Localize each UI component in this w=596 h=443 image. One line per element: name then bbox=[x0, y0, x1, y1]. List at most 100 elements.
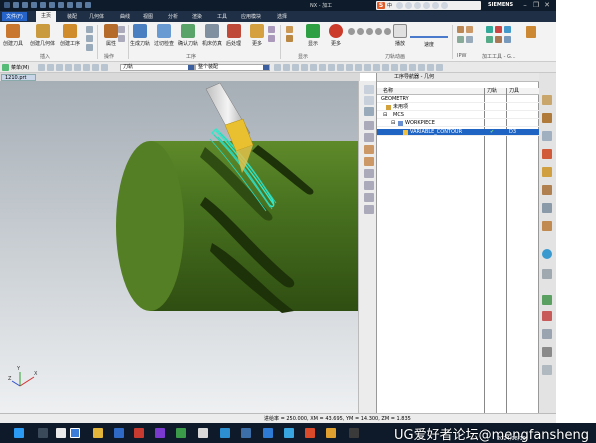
tree-row[interactable]: GEOMETRY bbox=[377, 96, 540, 103]
ime-skin-icon[interactable] bbox=[432, 2, 439, 9]
taskbar-app-8-icon[interactable] bbox=[198, 428, 208, 438]
column-toolpath[interactable]: 刀轨 bbox=[487, 88, 497, 95]
gouge-check-button[interactable]: 过切检查 bbox=[154, 24, 174, 47]
snap-icon-13[interactable] bbox=[382, 64, 389, 71]
roles-icon[interactable] bbox=[542, 269, 552, 279]
minimize-icon[interactable]: – bbox=[520, 1, 530, 9]
ime-tools-icon[interactable] bbox=[441, 2, 448, 9]
tab-home[interactable]: 主页 bbox=[36, 11, 57, 22]
snap-icon-14[interactable] bbox=[391, 64, 398, 71]
graphics-window[interactable]: X Y Z bbox=[0, 81, 358, 413]
taskbar-nx-icon[interactable] bbox=[70, 428, 80, 438]
save-icon[interactable] bbox=[13, 2, 19, 8]
taskbar-folder-icon[interactable] bbox=[93, 428, 103, 438]
taskbar-clock[interactable]: 2024/08/19 bbox=[497, 436, 526, 442]
step-forward-icon[interactable] bbox=[384, 28, 391, 35]
taskbar-app-15-icon[interactable] bbox=[349, 428, 359, 438]
insert-small-icon-3[interactable] bbox=[86, 44, 93, 51]
part-navigator-icon[interactable] bbox=[542, 113, 552, 123]
play-icon[interactable] bbox=[375, 28, 382, 35]
taskbar-app-13-icon[interactable] bbox=[305, 428, 315, 438]
cleanup-icon[interactable] bbox=[542, 347, 552, 357]
snap-icon-9[interactable] bbox=[346, 64, 353, 71]
switch-window-icon[interactable] bbox=[85, 2, 91, 8]
taskbar-app-7-icon[interactable] bbox=[176, 428, 186, 438]
tab-applications[interactable]: 应用模块 bbox=[241, 13, 261, 20]
taskbar-app-9-icon[interactable] bbox=[220, 428, 230, 438]
taskbar-app-14-icon[interactable] bbox=[326, 428, 336, 438]
menu-button[interactable]: 菜单(M) bbox=[11, 64, 29, 71]
ime-toolbar[interactable]: S 中 bbox=[376, 1, 481, 10]
snap-icon-7[interactable] bbox=[328, 64, 335, 71]
column-name[interactable]: 名称 bbox=[383, 88, 393, 95]
menu-file[interactable]: 文件(F) bbox=[2, 12, 27, 21]
snap-icon-16[interactable] bbox=[409, 64, 416, 71]
view-tool-icon-6[interactable] bbox=[364, 145, 374, 154]
paste-icon[interactable] bbox=[58, 2, 64, 8]
snap-icon-18[interactable] bbox=[427, 64, 434, 71]
taskbar-app-6-icon[interactable] bbox=[155, 428, 165, 438]
web-browser-icon[interactable] bbox=[542, 185, 552, 195]
snap-icon-8[interactable] bbox=[337, 64, 344, 71]
pause-icon[interactable] bbox=[366, 28, 373, 35]
reuse-library-icon[interactable] bbox=[542, 149, 552, 159]
assembly-navigator-icon[interactable] bbox=[542, 95, 552, 105]
snap-icon-2[interactable] bbox=[283, 64, 290, 71]
tree-row-selected[interactable]: VARIABLE_CONTOUR ✔ D3 bbox=[377, 129, 540, 136]
tree-row[interactable]: ⊟ MCS bbox=[377, 112, 540, 119]
snap-icon-12[interactable] bbox=[373, 64, 380, 71]
snap-icon-19[interactable] bbox=[436, 64, 443, 71]
collapse-icon[interactable]: ⊟ bbox=[383, 112, 387, 119]
tab-view[interactable]: 视图 bbox=[143, 13, 153, 20]
step-back-icon[interactable] bbox=[348, 28, 355, 35]
speed-slider[interactable] bbox=[410, 36, 448, 38]
tools-icon-3[interactable] bbox=[504, 26, 511, 33]
tab-selection[interactable]: 选择 bbox=[277, 13, 287, 20]
display-small-icon-1[interactable] bbox=[286, 26, 293, 33]
tools-icon-6[interactable] bbox=[504, 36, 511, 43]
taskbar-app-5-icon[interactable] bbox=[134, 428, 144, 438]
ipw-icon-2[interactable] bbox=[466, 26, 473, 33]
view-tool-icon-8[interactable] bbox=[364, 169, 374, 178]
snap-icon-3[interactable] bbox=[292, 64, 299, 71]
redo-icon[interactable] bbox=[31, 2, 37, 8]
filter-icon-3[interactable] bbox=[56, 64, 63, 71]
view-tool-icon-11[interactable] bbox=[364, 205, 374, 214]
taskbar-app-10-icon[interactable] bbox=[241, 428, 251, 438]
panel-icon[interactable] bbox=[542, 365, 552, 375]
ime-language[interactable]: 中 bbox=[387, 2, 392, 9]
snap-icon-10[interactable] bbox=[355, 64, 362, 71]
ime-keyboard-icon[interactable] bbox=[423, 2, 430, 9]
filter-icon-8[interactable] bbox=[101, 64, 108, 71]
layers-icon[interactable] bbox=[542, 329, 552, 339]
ipw-icon-4[interactable] bbox=[466, 36, 473, 43]
machine-navigator-icon[interactable] bbox=[542, 167, 552, 177]
operate-small-icon-1[interactable] bbox=[118, 26, 125, 33]
history-icon[interactable] bbox=[542, 203, 552, 213]
palette-icon[interactable] bbox=[542, 295, 552, 305]
close-icon[interactable]: ✕ bbox=[542, 1, 552, 9]
filter-icon-1[interactable] bbox=[38, 64, 45, 71]
play-button[interactable]: 播放 bbox=[393, 24, 407, 47]
tab-assembly[interactable]: 装配 bbox=[67, 13, 77, 20]
column-tool[interactable]: 刀具 bbox=[509, 88, 519, 95]
scope-filter-select[interactable]: 整个装配 bbox=[195, 64, 270, 71]
tree-row[interactable]: 未用项 bbox=[377, 104, 540, 111]
view-tool-icon-1[interactable] bbox=[364, 85, 374, 94]
view-tool-icon-3[interactable] bbox=[364, 107, 374, 116]
view-tool-icon-7[interactable] bbox=[364, 157, 374, 166]
tools-palette-icon[interactable] bbox=[542, 311, 552, 321]
op-small-icon-1[interactable] bbox=[268, 26, 275, 33]
cut-icon[interactable] bbox=[40, 2, 46, 8]
snap-icon-11[interactable] bbox=[364, 64, 371, 71]
filter-icon-4[interactable] bbox=[65, 64, 72, 71]
tree-row[interactable]: ⊟ WORKPIECE bbox=[377, 120, 540, 127]
machine-simulation-button[interactable]: 机床仿真 bbox=[202, 24, 222, 47]
op-small-icon-2[interactable] bbox=[268, 35, 275, 42]
process-studio-icon[interactable] bbox=[542, 249, 552, 259]
window-icon[interactable] bbox=[76, 2, 82, 8]
taskbar-app-4-icon[interactable] bbox=[114, 428, 124, 438]
ipw-icon-3[interactable] bbox=[457, 36, 464, 43]
tab-analysis[interactable]: 分析 bbox=[168, 13, 178, 20]
tools-icon-4[interactable] bbox=[486, 36, 493, 43]
